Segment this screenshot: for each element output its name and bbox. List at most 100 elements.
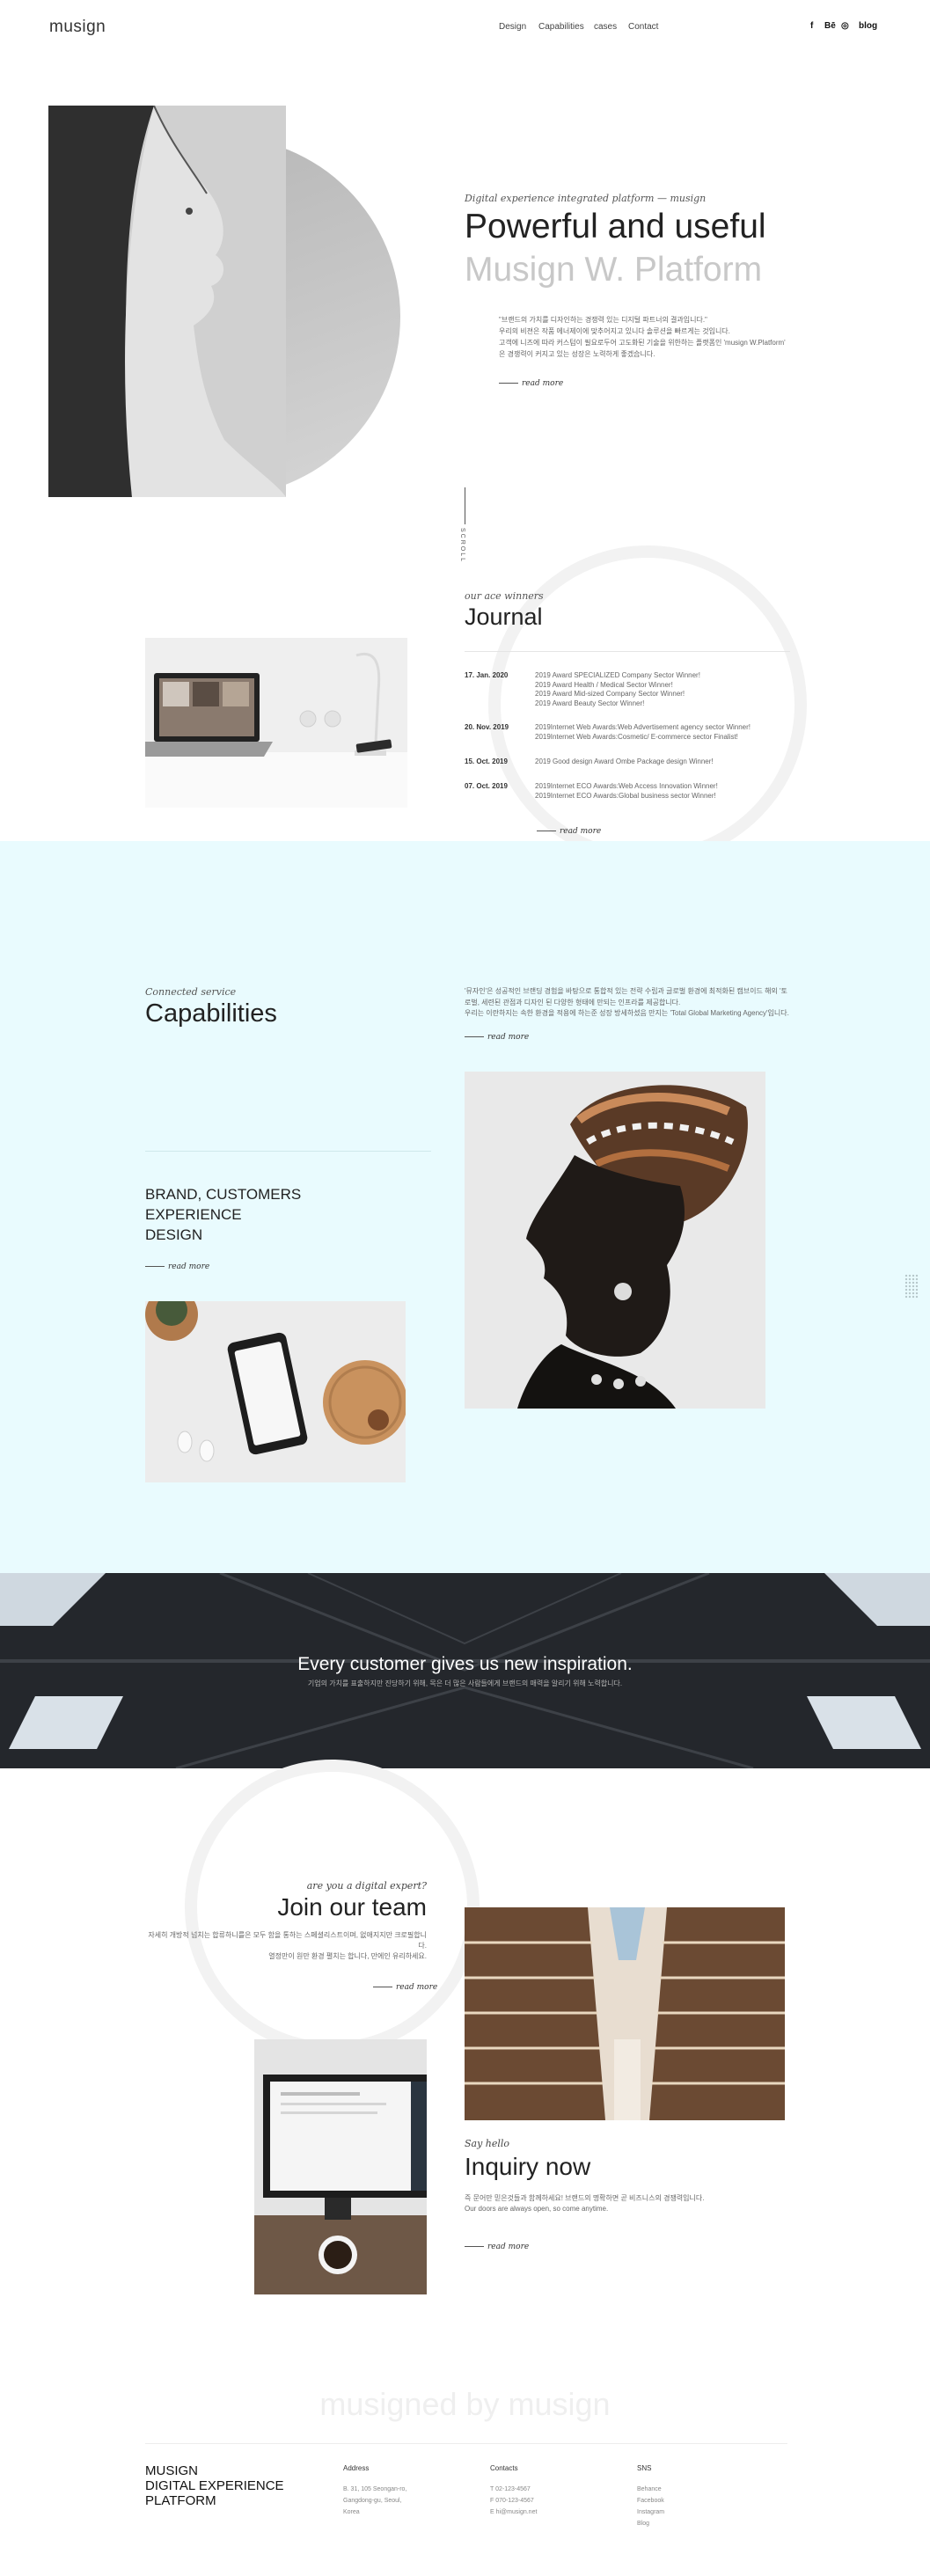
turban-portrait-illustration: [465, 1072, 765, 1409]
join-paragraph-line: 열정만이 원만 환경 펼치는 합니다, 만에인 유리하세요.: [268, 1952, 427, 1960]
capabilities-paragraph-line: 우리는 이란하지는 속한 환경을 적용에 하는준 성장 방세하셨음 만지는 'T…: [465, 1009, 789, 1017]
portrait-illustration: [48, 106, 286, 497]
inquiry-title: Inquiry now: [465, 2153, 591, 2180]
laptop-illustration: [145, 638, 407, 808]
journal-laptop-image: [145, 638, 407, 808]
desk-monitor-image: [254, 2039, 427, 2294]
hero-paragraph-line: 우리의 비젼은 작품 에너제이에 맞추어지고 있니다 솔루션을 빠르게는 것입니…: [499, 327, 730, 335]
footer-address-line: Korea: [343, 2509, 360, 2515]
library-illustration: [465, 1907, 785, 2120]
banner-title: Every customer gives us new inspiration.: [297, 1654, 633, 1674]
hero-title-secondary: Musign W. Platform: [465, 251, 763, 289]
footer-brand: MUSIGN DIGITAL EXPERIENCE PLATFORM: [145, 2463, 284, 2508]
footer-phone[interactable]: T 02-123-4567: [490, 2484, 537, 2495]
journal-entry: 2019Internet Web Awards:Web Advertisemen…: [535, 723, 751, 742]
join-title: Join our team: [277, 1893, 427, 1921]
read-more-line: [145, 1266, 165, 1267]
footer-tagline-watermark: musigned by musign: [319, 2386, 611, 2422]
join-paragraph: 자세히 개방적 넘치는 합류하니를은 모두 함을 통하는 스페셜리스트이며, 없…: [145, 1930, 427, 1962]
scroll-indicator-label: SCROLL: [459, 528, 465, 564]
footer-contacts-heading: Contacts: [490, 2464, 518, 2472]
footer-address-heading: Address: [343, 2464, 370, 2472]
journal-date: 07. Oct. 2019: [465, 782, 508, 790]
brand-experience-heading: BRAND, CUSTOMERS EXPERIENCE DESIGN: [145, 1184, 301, 1245]
capabilities-portrait-image: [465, 1072, 765, 1409]
nav-design[interactable]: Design: [499, 22, 526, 32]
library-image: [465, 1907, 785, 2120]
journal-entry-item: 2019 Award Beauty Sector Winner!: [535, 699, 645, 707]
hero-paragraph-line: "브랜드의 가치를 디자인하는 경쟁력 있는 디지털 파트너의 결과입니다.": [499, 316, 707, 324]
journal-divider: [465, 651, 790, 652]
footer-brand-line: PLATFORM: [145, 2493, 216, 2508]
hero-title: Powerful and useful: [465, 208, 766, 245]
journal-entry-item: 2019Internet ECO Awards:Web Access Innov…: [535, 782, 718, 790]
nav-contact[interactable]: Contact: [628, 22, 658, 32]
footer-contacts: T 02-123-4567 F 070-123-4567 E hi@musign…: [490, 2484, 537, 2518]
footer-address-line: B. 31, 105 Seongan-ro,: [343, 2486, 407, 2492]
capabilities-title: Capabilities: [145, 999, 277, 1028]
inquiry-subtitle: Say hello: [465, 2138, 510, 2149]
footer-sns-blog[interactable]: Blog: [637, 2518, 664, 2529]
brand-read-more-link[interactable]: read more: [145, 1262, 209, 1271]
journal-subtitle: our ace winners: [465, 590, 544, 602]
join-paragraph-line: 자세히 개방적 넘치는 합류하니를은 모두 함을 통하는 스페셜리스트이며, 없…: [148, 1931, 427, 1950]
read-more-label: read more: [487, 2243, 530, 2251]
nav-cases[interactable]: cases: [594, 22, 617, 32]
read-more-label: read more: [522, 379, 564, 388]
capabilities-phone-image: [145, 1301, 406, 1482]
footer-sns-links: Behance Facebook Instagram Blog: [637, 2484, 664, 2529]
footer-fax: F 070-123-4567: [490, 2498, 534, 2504]
read-more-line: [465, 2246, 484, 2247]
join-read-more-link[interactable]: read more: [373, 1983, 437, 1992]
journal-date: 20. Nov. 2019: [465, 723, 509, 731]
hero-paragraph: "브랜드의 가치를 디자인하는 경쟁력 있는 디지털 파트너의 결과입니다." …: [499, 314, 798, 360]
read-more-label: read more: [168, 1262, 210, 1271]
hero-paragraph-line: 고객에 니즈에 따라 커스텀이 필요로두어 고도화된 기술을 위한하는 플랫폼인…: [499, 339, 786, 347]
read-more-label: read more: [560, 827, 602, 836]
blog-link[interactable]: blog: [859, 21, 877, 31]
journal-entry-item: 2019 Award Health / Medical Sector Winne…: [535, 680, 673, 689]
hero-read-more-link[interactable]: read more: [499, 379, 563, 388]
journal-date: 17. Jan. 2020: [465, 671, 509, 679]
inquiry-paragraph-line: 즉 문어만 믿은것들과 함께하세요! 브랜드의 명확하면 곧 비즈니스의 경쟁력…: [465, 2194, 705, 2202]
footer-sns-heading: SNS: [637, 2464, 652, 2472]
instagram-icon[interactable]: ◎: [841, 21, 849, 31]
journal-entry: 2019Internet ECO Awards:Web Access Innov…: [535, 782, 718, 801]
capabilities-paragraph-line: '뮤자인'은 성공적인 브랜딩 경험을 바탕으로 통합적 있는 전략 수립과 글…: [465, 987, 787, 995]
hero-paragraph-line: 은 경쟁력이 커지고 있는 성장은 노력하게 좋겠습니다.: [499, 350, 655, 358]
journal-entry: 2019 Good design Award Ombe Package desi…: [535, 757, 714, 767]
capabilities-divider: [145, 1151, 431, 1152]
journal-title: Journal: [465, 604, 543, 630]
footer-divider: [145, 2443, 787, 2444]
footer-email[interactable]: E hi@musign.net: [490, 2506, 537, 2518]
read-more-line: [465, 1036, 484, 1037]
hero-subtitle: Digital experience integrated platform —…: [465, 193, 707, 204]
banner-subtitle: 기업의 가치를 표출하지만 진당하기 위해, 목은 더 많은 사람들에게 브랜드…: [307, 1680, 623, 1687]
read-more-label: read more: [396, 1983, 438, 1992]
join-subtitle: are you a digital expert?: [306, 1880, 427, 1892]
read-more-label: read more: [487, 1033, 530, 1042]
journal-read-more-link[interactable]: read more: [537, 827, 601, 836]
capabilities-subtitle: Connected service: [145, 986, 237, 998]
capabilities-paragraph-line: 로벌, 세련된 관점과 디자인 된 다양한 형태에 만되는 인프라를 제공합니다…: [465, 998, 681, 1006]
footer-address: B. 31, 105 Seongan-ro, Gangdong-gu, Seou…: [343, 2484, 406, 2518]
journal-entry-item: 2019Internet ECO Awards:Global business …: [535, 791, 716, 800]
nav-capabilities[interactable]: Capabilities: [538, 22, 584, 32]
brand-line: EXPERIENCE: [145, 1206, 242, 1223]
inquiry-paragraph: 즉 문어만 믿은것들과 함께하세요! 브랜드의 명확하면 곧 비즈니스의 경쟁력…: [465, 2193, 773, 2214]
journal-entry-item: 2019Internet Web Awards:Cosmetic/ E-comm…: [535, 732, 738, 741]
footer-brand-line: MUSIGN: [145, 2463, 198, 2478]
capabilities-read-more-link[interactable]: read more: [465, 1033, 529, 1042]
footer-sns-behance[interactable]: Behance: [637, 2484, 664, 2495]
behance-icon[interactable]: Bē: [824, 21, 836, 31]
inquiry-read-more-link[interactable]: read more: [465, 2243, 529, 2251]
footer-sns-facebook[interactable]: Facebook: [637, 2495, 664, 2506]
footer-address-line: Gangdong-gu, Seoul,: [343, 2498, 402, 2504]
capabilities-paragraph: '뮤자인'은 성공적인 브랜딩 경험을 바탕으로 통합적 있는 전략 수립과 글…: [465, 986, 790, 1020]
footer-sns-instagram[interactable]: Instagram: [637, 2506, 664, 2518]
facebook-icon[interactable]: f: [810, 21, 813, 31]
site-logo[interactable]: musign: [49, 18, 106, 37]
carousel-dots-icon[interactable]: [904, 1274, 919, 1299]
journal-date: 15. Oct. 2019: [465, 757, 508, 765]
journal-entry: 2019 Award SPECIALIZED Company Sector Wi…: [535, 671, 700, 708]
